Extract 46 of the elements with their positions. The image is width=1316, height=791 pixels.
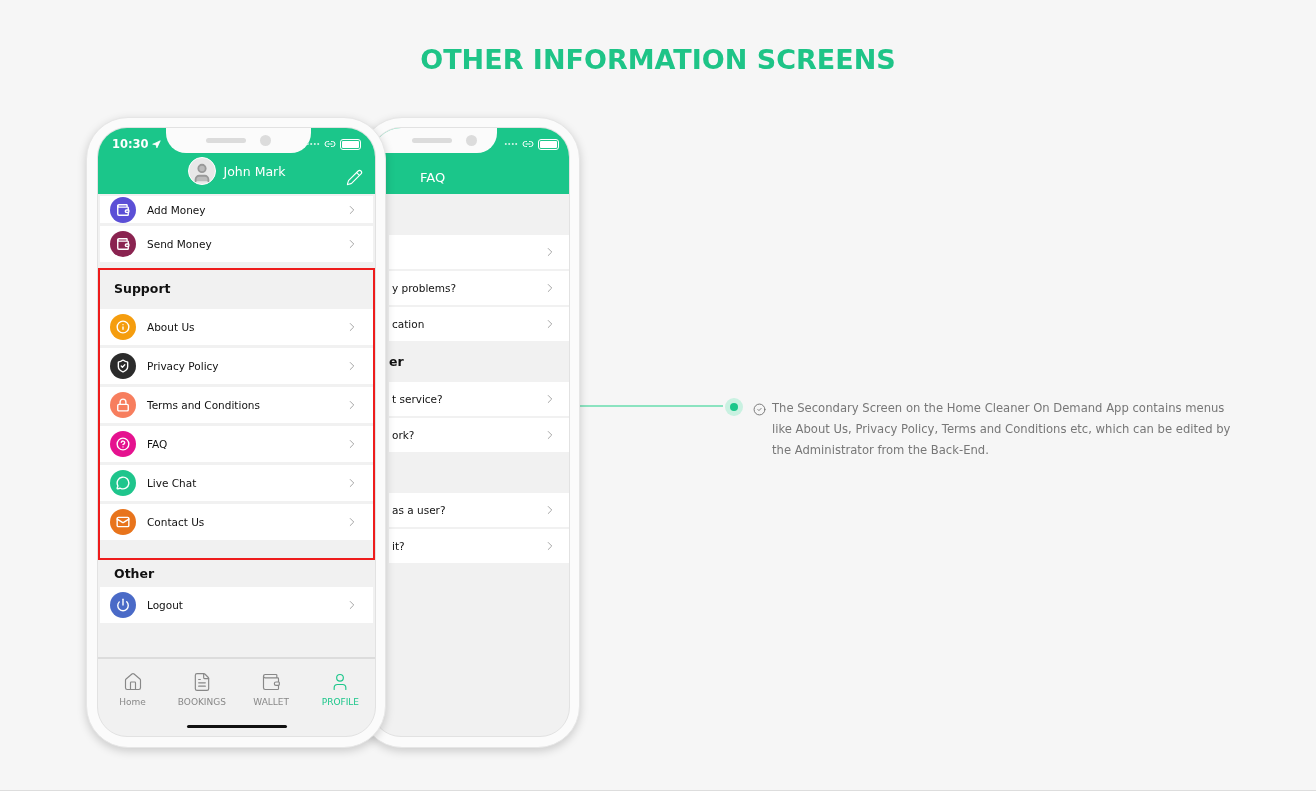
avatar <box>187 157 216 185</box>
menu-item[interactable]: Privacy Policy <box>100 348 373 384</box>
signal-icon <box>306 142 320 146</box>
menu-item[interactable]: FAQ <box>100 426 373 462</box>
signal-icon <box>504 142 518 146</box>
faq-row[interactable]: t service? <box>389 382 569 416</box>
camera-lens <box>466 135 477 146</box>
home-icon <box>122 671 143 692</box>
menu-item[interactable]: Terms and Conditions <box>100 387 373 423</box>
speaker-grille <box>206 138 246 143</box>
wallet-icon <box>261 671 282 692</box>
section-heading: Support <box>114 280 171 296</box>
faq-row[interactable]: cation <box>389 307 569 341</box>
faq-question: y problems? <box>392 282 458 294</box>
faq-question: as a user? <box>392 504 447 516</box>
battery-icon <box>538 138 559 150</box>
edit-icon[interactable] <box>346 169 363 186</box>
faq-row[interactable]: ork? <box>389 418 569 452</box>
menu-item[interactable]: Live Chat <box>100 465 373 501</box>
menu-item[interactable]: About Us <box>100 309 373 345</box>
link-icon <box>522 138 534 150</box>
faq-question: cation <box>392 318 426 330</box>
battery-icon <box>340 138 361 150</box>
faq-row[interactable]: it? <box>389 529 569 563</box>
section-heading: Other <box>114 565 155 581</box>
menu-item[interactable]: Add Money <box>100 196 373 223</box>
link-icon <box>324 138 336 150</box>
menu-item[interactable]: Send Money <box>100 226 373 262</box>
faq-row[interactable]: y problems? <box>389 271 569 305</box>
faq-question: ork? <box>392 429 416 441</box>
status-time: 10:30 <box>112 137 149 151</box>
description-text: The Secondary Screen on the Home Cleaner On Demand App contains menus like About Us, Privacy Policy, Terms and Conditions etc, which can be edited by the Administrator from the Back-End. <box>772 400 1232 459</box>
page-title: OTHER INFORMATION SCREENS <box>419 43 897 77</box>
menu-item[interactable]: Contact Us <box>100 504 373 540</box>
check-icon <box>753 403 766 416</box>
speaker-grille <box>412 138 452 143</box>
location-arrow-icon <box>151 139 161 149</box>
faq-row[interactable]: as a user? <box>389 493 569 527</box>
faq-question: t service? <box>392 393 444 405</box>
menu-item[interactable]: Logout <box>100 587 373 623</box>
marker-dot <box>725 398 743 416</box>
section-heading: er <box>389 354 404 369</box>
camera-lens <box>260 135 271 146</box>
faq-question: it? <box>392 540 406 552</box>
screen-title: FAQ <box>420 170 446 185</box>
user-name: John Mark <box>223 163 286 179</box>
